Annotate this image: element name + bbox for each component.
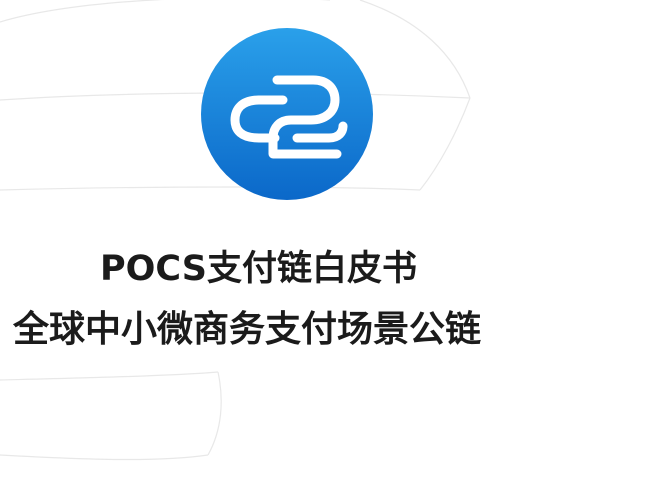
page-title: POCS支付链白皮书 [100, 249, 417, 289]
page-subtitle: 全球中小微商务支付场景公链 [13, 309, 482, 350]
pocs-chain-logo-icon [201, 28, 373, 200]
